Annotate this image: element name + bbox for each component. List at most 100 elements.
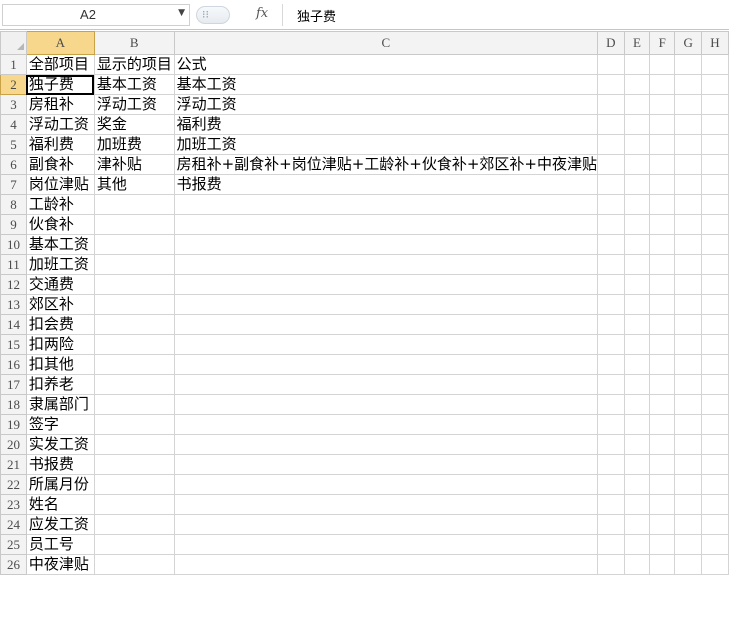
cell-empty[interactable]	[597, 394, 625, 415]
cell-empty[interactable]	[649, 114, 676, 135]
cell-empty[interactable]	[674, 194, 702, 215]
cell-empty[interactable]	[623, 474, 651, 495]
cell-c[interactable]: 基本工资	[173, 74, 599, 95]
cell-empty[interactable]	[623, 374, 651, 395]
row-header[interactable]: 25	[0, 534, 27, 555]
cell-empty[interactable]	[701, 374, 729, 395]
cell-c[interactable]	[173, 394, 599, 415]
cell-empty[interactable]	[649, 454, 676, 475]
column-header-a[interactable]: A	[25, 31, 95, 55]
row-header[interactable]: 23	[0, 494, 27, 515]
cell-c[interactable]	[173, 194, 599, 215]
cell-empty[interactable]	[674, 534, 702, 555]
cell-b[interactable]	[93, 454, 175, 475]
cell-empty[interactable]	[649, 534, 676, 555]
cell-a[interactable]: 扣两险	[25, 334, 95, 355]
row-header[interactable]: 13	[0, 294, 27, 315]
column-header-e[interactable]: E	[623, 31, 651, 55]
column-header-g[interactable]: G	[674, 31, 702, 55]
cell-empty[interactable]	[649, 234, 676, 255]
cell-c[interactable]	[173, 234, 599, 255]
cell-empty[interactable]	[623, 114, 651, 135]
cell-empty[interactable]	[623, 74, 651, 95]
cell-empty[interactable]	[701, 254, 729, 275]
cell-empty[interactable]	[623, 274, 651, 295]
cell-empty[interactable]	[649, 374, 676, 395]
cell-b[interactable]	[93, 194, 175, 215]
row-header[interactable]: 15	[0, 334, 27, 355]
cell-c[interactable]	[173, 414, 599, 435]
cell-a[interactable]: 扣其他	[25, 354, 95, 375]
cell-empty[interactable]	[597, 94, 625, 115]
cell-empty[interactable]	[597, 514, 625, 535]
row-header[interactable]: 26	[0, 554, 27, 575]
cell-a[interactable]: 员工号	[25, 534, 95, 555]
cell-c[interactable]	[173, 474, 599, 495]
row-header[interactable]: 11	[0, 254, 27, 275]
cell-empty[interactable]	[597, 374, 625, 395]
row-header[interactable]: 3	[0, 94, 27, 115]
cell-empty[interactable]	[623, 214, 651, 235]
cell-empty[interactable]	[649, 74, 676, 95]
cell-empty[interactable]	[649, 94, 676, 115]
cell-a[interactable]: 姓名	[25, 494, 95, 515]
cell-empty[interactable]	[649, 554, 676, 575]
cell-empty[interactable]	[623, 534, 651, 555]
cell-empty[interactable]	[649, 434, 676, 455]
insert-function-icon[interactable]: fx	[256, 6, 268, 21]
cell-b[interactable]	[93, 554, 175, 575]
row-header[interactable]: 22	[0, 474, 27, 495]
cell-a[interactable]: 隶属部门	[25, 394, 95, 415]
row-header[interactable]: 18	[0, 394, 27, 415]
cell-a[interactable]: 全部项目	[25, 54, 95, 75]
cell-empty[interactable]	[623, 154, 651, 175]
cell-c[interactable]: 加班工资	[173, 134, 599, 155]
cell-empty[interactable]	[649, 254, 676, 275]
cell-empty[interactable]	[597, 554, 625, 575]
cell-b[interactable]	[93, 294, 175, 315]
cell-empty[interactable]	[597, 534, 625, 555]
cell-empty[interactable]	[701, 354, 729, 375]
cell-empty[interactable]	[674, 154, 702, 175]
cell-c[interactable]	[173, 434, 599, 455]
cell-empty[interactable]	[623, 234, 651, 255]
cell-empty[interactable]	[623, 254, 651, 275]
cell-empty[interactable]	[701, 294, 729, 315]
cell-c[interactable]	[173, 334, 599, 355]
cell-empty[interactable]	[649, 394, 676, 415]
cell-empty[interactable]	[674, 134, 702, 155]
chevron-down-icon[interactable]: ▼	[178, 8, 185, 18]
cell-empty[interactable]	[701, 154, 729, 175]
row-header[interactable]: 10	[0, 234, 27, 255]
cell-b[interactable]: 基本工资	[93, 74, 175, 95]
cell-empty[interactable]	[701, 454, 729, 475]
cell-c[interactable]: 浮动工资	[173, 94, 599, 115]
cell-empty[interactable]	[597, 194, 625, 215]
cell-a[interactable]: 所属月份	[25, 474, 95, 495]
cell-b[interactable]: 其他	[93, 174, 175, 195]
cell-empty[interactable]	[701, 74, 729, 95]
cell-empty[interactable]	[597, 354, 625, 375]
cell-b[interactable]	[93, 534, 175, 555]
cell-a[interactable]: 实发工资	[25, 434, 95, 455]
cell-b[interactable]: 显示的项目	[93, 54, 175, 75]
cell-empty[interactable]	[597, 494, 625, 515]
cell-empty[interactable]	[597, 74, 625, 95]
cell-b[interactable]	[93, 214, 175, 235]
cell-a[interactable]: 伙食补	[25, 214, 95, 235]
cell-empty[interactable]	[674, 234, 702, 255]
cell-c[interactable]	[173, 514, 599, 535]
cell-empty[interactable]	[597, 114, 625, 135]
cell-empty[interactable]	[701, 494, 729, 515]
cell-empty[interactable]	[597, 234, 625, 255]
cell-empty[interactable]	[649, 294, 676, 315]
cell-empty[interactable]	[674, 174, 702, 195]
cell-empty[interactable]	[674, 74, 702, 95]
cell-empty[interactable]	[597, 474, 625, 495]
cell-empty[interactable]	[597, 154, 625, 175]
cell-a[interactable]: 加班工资	[25, 254, 95, 275]
cell-empty[interactable]	[597, 294, 625, 315]
cell-b[interactable]	[93, 234, 175, 255]
cell-c[interactable]: 房租补+副食补+岗位津贴+工龄补+伙食补+郊区补+中夜津贴	[173, 154, 599, 175]
cell-a[interactable]: 浮动工资	[25, 114, 95, 135]
